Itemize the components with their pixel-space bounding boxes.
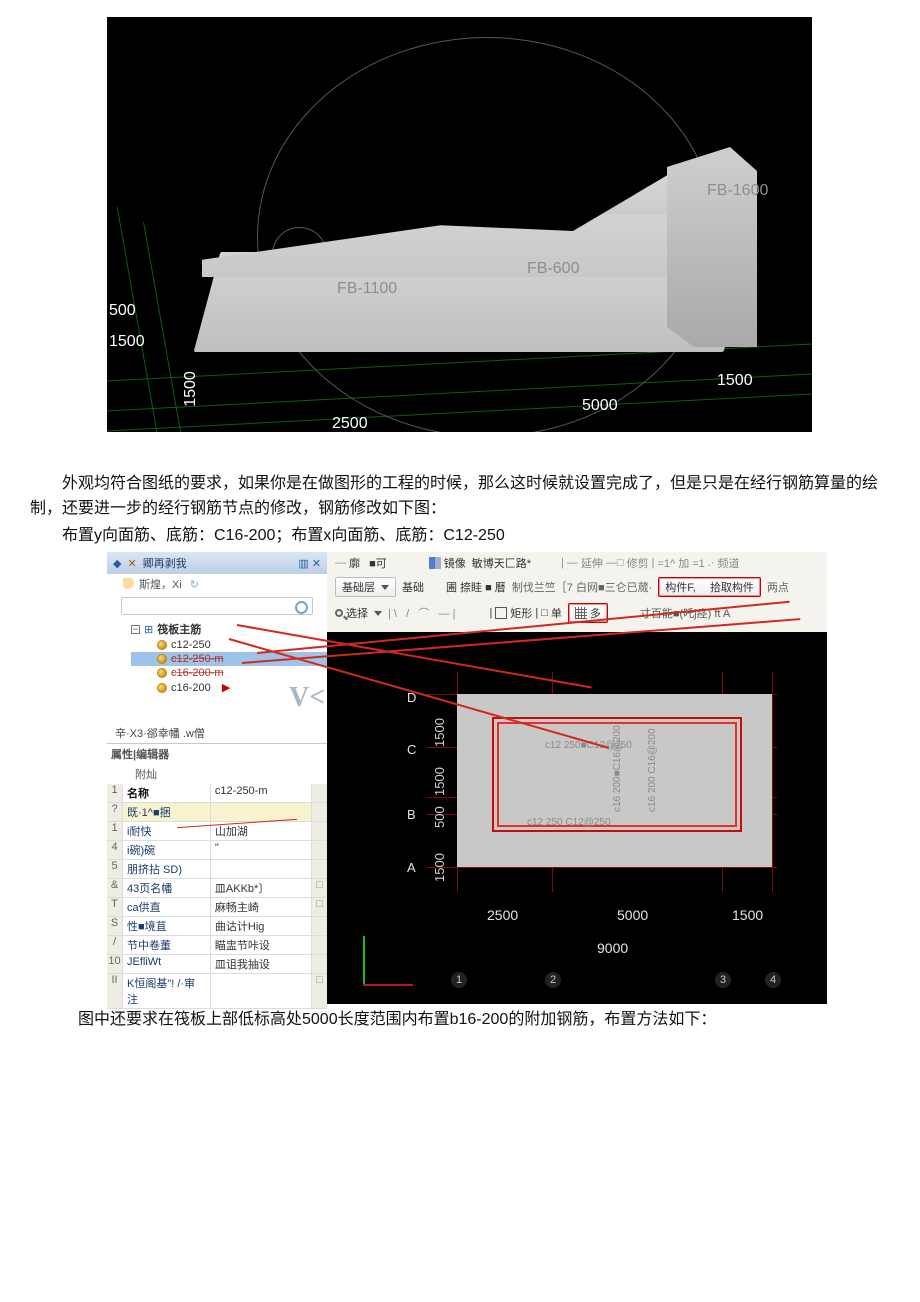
rebar-note-4: c16 200 C16@200 [647,729,658,813]
xtick-2: 5000 [617,907,648,923]
panel-subheader: 斯煌，Xi ↻ [107,574,327,594]
paragraph-2: 布置y向面筋、底筋：C16-200；布置x向面筋、底筋：C12-250 [30,524,890,549]
ytick-3: 500 [432,807,447,829]
chevron-down-icon [381,585,389,590]
tick-x-5000: 5000 [582,397,618,415]
search-input[interactable] [121,597,313,615]
axis-B: B [407,807,416,822]
tree-node-4[interactable]: c16-200 ▶ [131,680,327,695]
extend-button[interactable]: | —延伸 —□ 修剪 | =1^ 加 =1 .·频道 [561,555,740,571]
software-screenshot: —廓 ■可 镜像 敏博天匚路* | —延伸 —□ 修剪 | =1^ 加 =1 .… [107,552,827,1004]
divider-text: 辛·X3·郤幸幡 .w僧 [107,723,327,743]
tree-node-1[interactable]: c12-250 [131,638,327,652]
axis-C: C [407,742,416,757]
toolbar-code: 制伐兰竺［7 白网■三仑已蒇· [512,579,652,595]
mirror-button[interactable]: 镜像 [429,555,466,571]
xtick-3: 1500 [732,907,763,923]
prop-row[interactable]: /节中卷董瞄盅节咔设 [107,936,327,955]
tick-x-1500: 1500 [717,372,753,390]
tick-y-1500b: 1500 [182,371,200,407]
ytick-4: 1500 [432,853,447,882]
tick-x-2500: 2500 [332,415,368,432]
tick-y-500: 500 [109,302,136,320]
search-row [107,594,327,618]
layer-select[interactable]: 基础层 [335,577,396,597]
xtotal: 9000 [597,940,628,956]
chevron-down-icon [374,611,382,616]
prop-row[interactable]: S性■境苴曲诂计Hig [107,917,327,936]
axis-num-1: 1 [451,972,467,988]
pick-component-button[interactable]: 构件F, 拾取构件 [658,577,761,597]
prop-row[interactable]: IIK恒阁基"! /·审注□ [107,974,327,1009]
xtick-1: 2500 [487,907,518,923]
ytick-1: 1500 [432,718,447,747]
select-button[interactable]: 选择 [335,605,382,621]
rebar-note-3: c16 200■C16@200 [612,726,623,813]
prop-row[interactable]: Tca供直麻畅主崎□ [107,898,327,917]
grid-icon [575,607,587,619]
prop-row[interactable]: 10JEfliWt皿诅我抽设 [107,955,327,974]
two-point[interactable]: 两点 [767,579,789,595]
tree-node-3[interactable]: c16-200-m [131,666,327,680]
axis-num-2: 2 [545,972,561,988]
left-panel: ◆✕ 卿再剥我 ▥ ✕ 斯煌，Xi ↻ −⊞筏板主筋 c12-250 c12-2… [107,552,327,1004]
toolbar-text-1[interactable]: —廓 ■可 [335,555,387,571]
toolbar-seat[interactable]: 圃 捺眭 ■ 曆 [446,579,506,595]
prop-row[interactable]: &43页名幡皿AKKb*〕□ [107,879,327,898]
tick-y-1500a: 1500 [109,333,145,351]
toolbar-text-2[interactable]: 敏博天匚路* [472,555,531,571]
prop-row[interactable]: 5朋挤拈 SD) [107,860,327,879]
axis-num-3: 3 [715,972,731,988]
panel-header[interactable]: ◆✕ 卿再剥我 ▥ ✕ [107,552,327,574]
rect-icon [495,607,507,619]
property-editor: 属性|编辑器 附灿 1 名称 c12-250-m ?既·1^■捆1i耐快山加湖4… [107,743,327,1009]
label-fb600: FB-600 [527,260,579,278]
axis-A: A [407,860,416,875]
paragraph-1: 外观均符合图纸的要求，如果你是在做图形的工程的时候，那么这时候就设置完成了，但是… [30,472,890,522]
prop-sub: 附灿 [107,764,327,784]
prop-row[interactable]: 4i碗)碗" [107,841,327,860]
rebar-note-2: c12 250 C12@250 [527,817,611,828]
label-fb1600: FB-1600 [707,182,768,200]
cad-3d-view: FB-1100 FB-600 FB-1600 500 1500 1500 250… [107,17,812,432]
panel-header-text: 卿再剥我 [143,555,187,571]
ytick-2: 1500 [432,767,447,796]
search-icon [335,609,343,617]
axis-num-4: 4 [765,972,781,988]
prop-title: 属性|编辑器 [107,744,327,764]
paragraph-3: 图中还要求在筏板上部低标高处5000长度范围内布置b16-200的附加钢筋，布置… [78,1008,890,1033]
layer-label: 基础 [402,579,424,595]
mirror-icon [429,557,441,569]
hand-icon [123,578,135,590]
rect-button[interactable]: | 矩形 | □单 [489,605,561,621]
label-fb1100: FB-1100 [337,280,397,298]
prop-header-row: 1 名称 c12-250-m [107,784,327,803]
